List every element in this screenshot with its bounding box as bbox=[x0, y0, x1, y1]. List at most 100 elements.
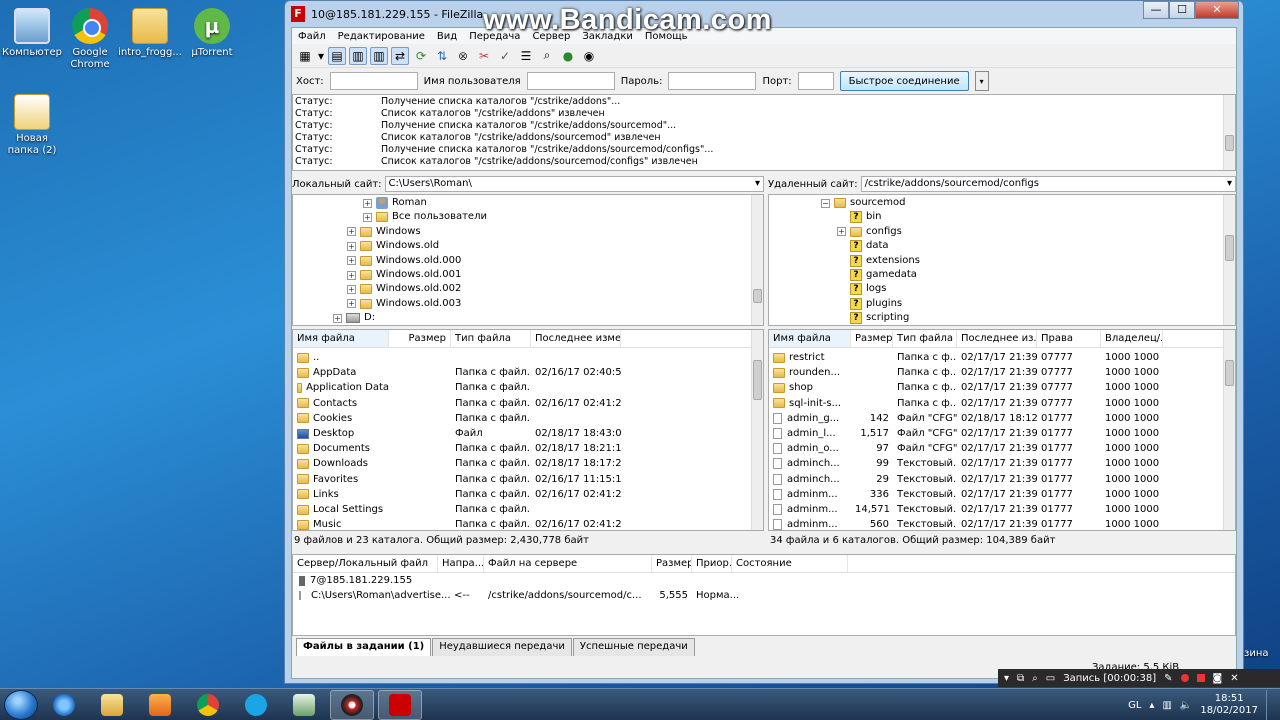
remote-file-list[interactable]: Имя файла Размер Тип файла Последнее из.… bbox=[768, 329, 1236, 531]
col-type[interactable]: Тип файла bbox=[451, 330, 531, 347]
desktop-icon-new-folder[interactable]: Новая папка (2) bbox=[0, 94, 64, 157]
tree-node[interactable]: + Windows.old.003 bbox=[347, 297, 461, 311]
menu-file[interactable]: Файл bbox=[292, 31, 332, 42]
col-server-local[interactable]: Сервер/Локальный файл bbox=[293, 555, 438, 572]
file-row[interactable]: Contacts Папка с файл... 02/16/17 02:41:26 bbox=[293, 396, 751, 411]
col-size[interactable]: Размер bbox=[389, 330, 451, 347]
tree-node[interactable]: + Windows.old bbox=[347, 239, 439, 253]
file-row[interactable]: restrict Папка с ф... 02/17/17 21:39:... 07… bbox=[769, 350, 1223, 365]
site-manager-icon[interactable]: ▦ bbox=[296, 47, 314, 65]
expand-icon[interactable]: + bbox=[347, 241, 356, 251]
file-row[interactable]: .. bbox=[293, 350, 751, 365]
taskbar-ie[interactable] bbox=[42, 690, 86, 720]
host-input[interactable] bbox=[329, 72, 418, 90]
file-row[interactable]: adminch... 99 Текстовый... 02/17/17 21:39:.… bbox=[769, 456, 1223, 471]
bandicam-window-icon[interactable]: ⧉ bbox=[1017, 673, 1024, 684]
tree-node[interactable]: + Windows.old.001 bbox=[347, 268, 461, 282]
sync-browse-icon[interactable]: ● bbox=[559, 47, 577, 65]
col-owner[interactable]: Владелец/... bbox=[1101, 330, 1163, 347]
taskbar-explorer[interactable] bbox=[90, 690, 134, 720]
desktop-icon-computer[interactable]: Компьютер bbox=[0, 8, 64, 59]
tree-node[interactable]: + Windows bbox=[347, 225, 421, 239]
col-status[interactable]: Состояние bbox=[732, 555, 848, 572]
file-row[interactable]: Downloads Папка с файл... 02/18/17 18:17:2… bbox=[293, 456, 751, 471]
start-button[interactable] bbox=[4, 689, 38, 720]
taskbar-filezilla[interactable] bbox=[378, 689, 422, 720]
bandicam-search-icon[interactable]: ⌕ bbox=[1032, 673, 1038, 684]
toggle-queue-icon[interactable]: ⇄ bbox=[391, 46, 409, 65]
bandicam-stop-icon[interactable] bbox=[1196, 674, 1205, 682]
directory-filter-icon[interactable]: ☰ bbox=[517, 47, 535, 65]
tree-node[interactable]: + Все пользователи bbox=[363, 210, 487, 224]
clock[interactable]: 18:51 18/02/2017 bbox=[1200, 693, 1258, 717]
file-row[interactable]: Favorites Папка с файл... 02/16/17 11:15:1… bbox=[293, 472, 751, 487]
tree-node[interactable]: + configs bbox=[837, 225, 902, 239]
log-scrollbar[interactable] bbox=[1223, 95, 1235, 170]
taskbar-chrome[interactable] bbox=[186, 690, 230, 720]
file-row[interactable]: shop Папка с ф... 02/17/17 21:39:... 07777 1… bbox=[769, 380, 1223, 395]
expand-icon[interactable]: + bbox=[363, 212, 372, 222]
tree-node[interactable]: ? plugins bbox=[837, 297, 902, 311]
tab-successful-transfers[interactable]: Успешные передачи bbox=[572, 638, 695, 656]
file-row[interactable]: Local Settings Папка с файл... bbox=[293, 502, 751, 517]
remote-list-scrollbar[interactable] bbox=[1223, 330, 1235, 530]
file-row[interactable]: Cookies Папка с файл... bbox=[293, 411, 751, 426]
expand-icon[interactable]: + bbox=[347, 299, 356, 309]
refresh-icon[interactable]: ⟳ bbox=[412, 47, 430, 65]
file-row[interactable]: sql-init-s... Папка с ф... 02/17/17 21:39:… bbox=[769, 396, 1223, 411]
desktop-icon-utorrent[interactable]: µ µTorrent bbox=[180, 8, 244, 59]
record-dot-icon[interactable] bbox=[1180, 674, 1189, 682]
file-row[interactable]: adminm... 336 Текстовый... 02/17/17 21:39:.… bbox=[769, 487, 1223, 502]
queue-server-row[interactable]: 7@185.181.229.155 bbox=[293, 573, 1235, 588]
file-row[interactable]: AppData Папка с файл... 02/16/17 02:40:52 bbox=[293, 365, 751, 380]
file-row[interactable]: Music Папка с файл... 02/16/17 02:41:26 bbox=[293, 517, 751, 530]
file-row[interactable]: adminm... 560 Текстовый... 02/17/17 21:39:.… bbox=[769, 517, 1223, 530]
col-filename[interactable]: Имя файла bbox=[769, 330, 851, 347]
find-files-icon[interactable]: ◉ bbox=[580, 47, 598, 65]
message-log[interactable]: Статус: Получение списка каталогов "/cstr… bbox=[292, 94, 1236, 171]
expand-icon[interactable]: + bbox=[347, 270, 356, 280]
reconnect-icon[interactable]: ✓ bbox=[496, 47, 514, 65]
bandicam-screen-icon[interactable]: ▭ bbox=[1046, 673, 1055, 684]
file-row[interactable]: Application Data Папка с файл... bbox=[293, 380, 751, 395]
expand-icon[interactable]: − bbox=[821, 198, 830, 208]
tab-queued-files[interactable]: Файлы в задании (1) bbox=[296, 638, 432, 656]
col-modified[interactable]: Последнее из... bbox=[957, 330, 1037, 347]
file-row[interactable]: adminm... 14,571 Текстовый... 02/17/17 21:3… bbox=[769, 502, 1223, 517]
toggle-remote-tree-icon[interactable]: ▥ bbox=[370, 46, 388, 65]
menu-edit[interactable]: Редактирование bbox=[332, 31, 431, 42]
user-input[interactable] bbox=[526, 72, 615, 90]
toggle-local-tree-icon[interactable]: ▥ bbox=[349, 46, 367, 65]
remote-tree[interactable]: − sourcemod? bin + configs? data? extensions? g… bbox=[768, 194, 1236, 326]
local-tree[interactable]: + Roman + Все пользователи + Windows + Windows.… bbox=[292, 194, 764, 326]
tree-node[interactable]: ? scripting bbox=[837, 311, 909, 325]
quickconnect-button[interactable]: Быстрое соединение bbox=[839, 71, 969, 91]
file-row[interactable]: admin_g... 142 Файл "CFG" 02/18/17 18:12:..… bbox=[769, 411, 1223, 426]
local-file-list[interactable]: Имя файла Размер Тип файла Последнее изм… bbox=[292, 329, 764, 531]
taskbar-media-player[interactable] bbox=[138, 690, 182, 720]
site-manager-dropdown-icon[interactable]: ▾ bbox=[317, 47, 325, 65]
tree-node[interactable]: ? logs bbox=[837, 282, 886, 296]
expand-icon[interactable]: + bbox=[347, 284, 356, 294]
col-modified[interactable]: Последнее измен... bbox=[531, 330, 621, 347]
toggle-log-icon[interactable]: ▤ bbox=[328, 46, 346, 65]
file-row[interactable]: Desktop Файл 02/18/17 18:43:07 bbox=[293, 426, 751, 441]
bandicam-close-icon[interactable]: ✕ bbox=[1230, 673, 1238, 684]
tree-node[interactable]: ? gamedata bbox=[837, 268, 917, 282]
desktop-icon-chrome[interactable]: Google Chrome bbox=[58, 8, 122, 71]
password-input[interactable] bbox=[668, 72, 757, 90]
quickconnect-dropdown-icon[interactable]: ▾ bbox=[974, 71, 989, 91]
show-desktop-button[interactable] bbox=[1266, 690, 1276, 720]
close-button[interactable]: ✕ bbox=[1195, 1, 1239, 19]
col-size[interactable]: Размер bbox=[652, 555, 692, 572]
local-tree-scrollbar[interactable] bbox=[751, 195, 763, 325]
taskbar-skype[interactable] bbox=[234, 690, 278, 720]
network-icon[interactable]: ▥ bbox=[1162, 700, 1171, 711]
col-type[interactable]: Тип файла bbox=[893, 330, 957, 347]
col-remote-file[interactable]: Файл на сервере bbox=[484, 555, 652, 572]
expand-icon[interactable]: + bbox=[363, 198, 372, 208]
expand-icon[interactable]: + bbox=[347, 227, 356, 237]
tree-node[interactable]: ? extensions bbox=[837, 254, 920, 268]
tree-node[interactable]: + Windows.old.002 bbox=[347, 282, 461, 296]
taskbar-bandicam[interactable] bbox=[330, 689, 374, 720]
